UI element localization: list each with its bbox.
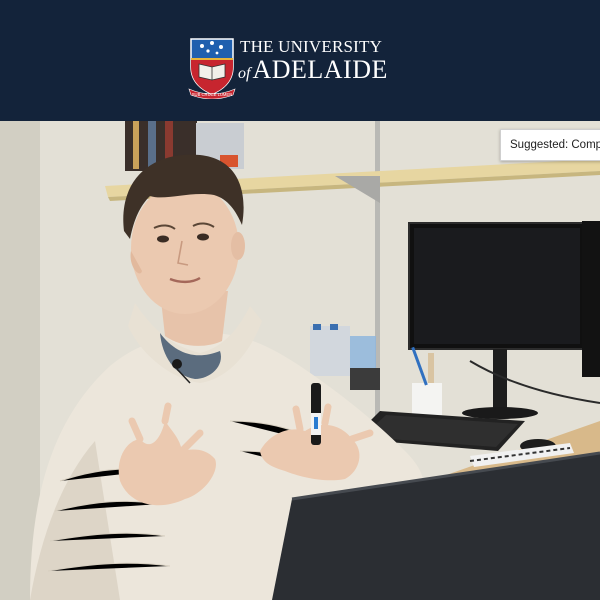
logo-text-adelaide: ofADELAIDE <box>238 55 388 85</box>
pen-cup <box>412 383 442 415</box>
water-bottles <box>310 326 350 376</box>
university-logo[interactable]: SUB CRUCE LUMEN THE UNIVERSITY ofADELAID… <box>188 37 388 99</box>
video-player[interactable]: Suggested: Comp <box>0 121 600 600</box>
monitor-right <box>582 221 600 377</box>
face <box>131 182 239 314</box>
video-frame <box>0 121 600 600</box>
university-crest-icon: SUB CRUCE LUMEN <box>188 38 236 99</box>
logo-text-of: of <box>238 65 251 82</box>
site-header: SUB CRUCE LUMEN THE UNIVERSITY ofADELAID… <box>0 0 600 121</box>
suggestion-chip[interactable]: Suggested: Comp <box>500 129 600 161</box>
left-wall <box>0 121 40 600</box>
crest-motto: SUB CRUCE LUMEN <box>192 92 233 97</box>
logo-text-name: ADELAIDE <box>252 55 388 84</box>
page: SUB CRUCE LUMEN THE UNIVERSITY ofADELAID… <box>0 0 600 600</box>
logo-text-university: THE UNIVERSITY <box>240 37 383 56</box>
